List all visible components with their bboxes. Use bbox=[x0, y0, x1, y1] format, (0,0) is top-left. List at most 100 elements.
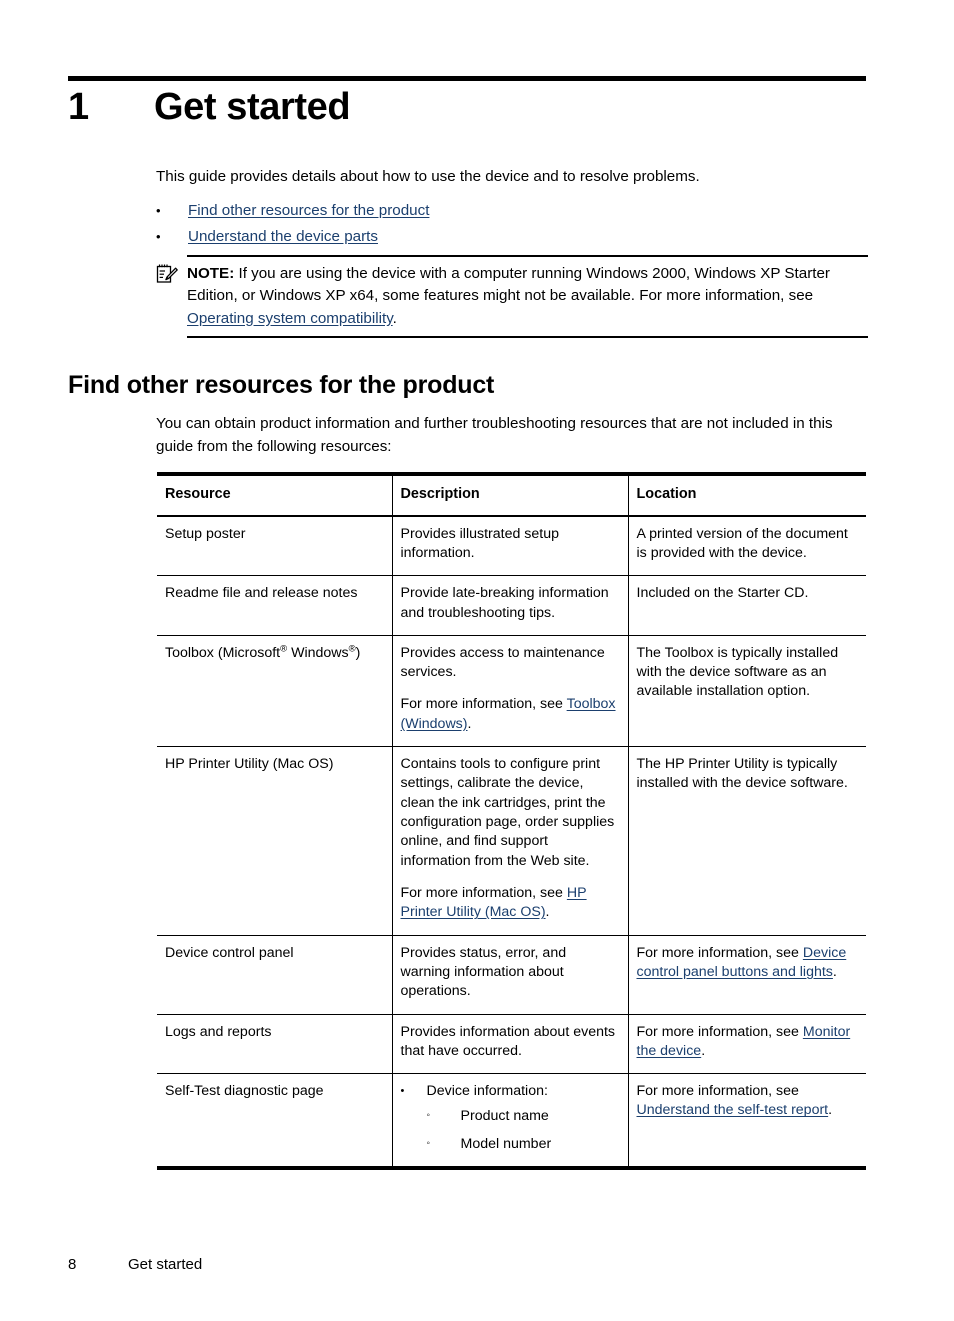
cell-paragraph: Provides information about events that h… bbox=[400, 1023, 616, 1059]
table-header: Resource Description Location bbox=[157, 474, 866, 516]
note-link-operating-system-compatibility[interactable]: Operating system compatibility bbox=[187, 310, 393, 327]
cell-paragraph: The HP Printer Utility is typically inst… bbox=[636, 756, 848, 792]
note-top-rule bbox=[187, 255, 868, 257]
note-bottom-rule bbox=[187, 336, 868, 338]
list-item: • Find other resources for the product bbox=[156, 198, 868, 224]
column-header-description: Description bbox=[391, 474, 628, 516]
table-row: Toolbox (Microsoft® Windows®) Provides a… bbox=[157, 635, 866, 747]
chapter-number: 1 bbox=[68, 86, 89, 128]
link-after-text: . bbox=[828, 1102, 833, 1119]
section-intro-paragraph: You can obtain product information and f… bbox=[156, 415, 833, 455]
link-intro-text: For more information, see bbox=[636, 1083, 799, 1100]
cell-paragraph: Included on the Starter CD. bbox=[636, 585, 809, 602]
table-row: HP Printer Utility (Mac OS) Contains too… bbox=[157, 746, 866, 936]
description-bullet-list: • Device information: ◦ Product name ◦ M… bbox=[401, 1082, 618, 1154]
chapter-intro-paragraph: This guide provides details about how to… bbox=[156, 168, 700, 185]
footer-chapter-label: Get started bbox=[128, 1256, 203, 1273]
cell-location: The Toolbox is typically installed with … bbox=[627, 635, 866, 747]
note-body-before: If you are using the device with a compu… bbox=[187, 265, 830, 305]
cell-description: Provides status, error, and warning info… bbox=[391, 935, 628, 1015]
cell-description: Provides illustrated setup information. bbox=[391, 515, 628, 576]
chapter-heading: 1 Get started bbox=[68, 88, 868, 126]
list-item: • Understand the device parts bbox=[156, 224, 868, 250]
cell-paragraph: Provides illustrated setup information. bbox=[400, 525, 560, 561]
section-heading: Find other resources for the product bbox=[68, 371, 495, 399]
table-row: Self-Test diagnostic page • Device infor… bbox=[157, 1073, 866, 1169]
cell-location: The HP Printer Utility is typically inst… bbox=[627, 746, 866, 936]
cell-resource: Device control panel bbox=[165, 944, 294, 961]
cell-resource: Logs and reports bbox=[165, 1023, 272, 1040]
note-label: NOTE: bbox=[187, 265, 235, 282]
cell-resource: Toolbox (Microsoft® Windows®) bbox=[157, 635, 392, 746]
list-item: ◦ Product name bbox=[427, 1107, 552, 1126]
list-item-content: Device information: ◦ Product name ◦ Mod… bbox=[427, 1082, 552, 1154]
link-intro-text: For more information, see bbox=[400, 884, 567, 901]
cell-paragraph: Provides access to maintenance services. bbox=[400, 644, 605, 681]
cell-paragraph-link: For more information, see Toolbox (Windo… bbox=[401, 695, 618, 734]
column-header-resource: Resource bbox=[165, 486, 231, 502]
cell-description: Provides information about events that h… bbox=[391, 1014, 628, 1074]
link-intro-text: For more information, see bbox=[636, 944, 803, 961]
link-after-text: . bbox=[832, 963, 837, 980]
page-footer: 8 Get started bbox=[68, 1256, 868, 1273]
note-body-after: . bbox=[392, 309, 397, 327]
note-pencil-icon bbox=[156, 263, 178, 285]
link-after-text: . bbox=[467, 715, 472, 732]
table-header-row: Resource Description Location bbox=[157, 474, 866, 516]
cell-paragraph: Provide late-breaking information and tr… bbox=[400, 585, 609, 621]
cell-resource: Setup poster bbox=[165, 525, 246, 542]
list-item: • Device information: ◦ Product name ◦ M… bbox=[401, 1082, 618, 1154]
hollow-bullet-icon: ◦ bbox=[426, 1110, 431, 1122]
cell-location: For more information, see Understand the… bbox=[627, 1073, 866, 1169]
resource-name-part: ) bbox=[355, 644, 361, 661]
resource-name-part: Toolbox (Microsoft bbox=[165, 644, 281, 661]
resources-table: Resource Description Location Setup post… bbox=[157, 472, 866, 1170]
footer-page-number: 8 bbox=[68, 1256, 77, 1273]
resource-name-part: Windows bbox=[287, 644, 349, 661]
toc-link-find-other-resources[interactable]: Find other resources for the product bbox=[188, 198, 429, 224]
link-intro-text: For more information, see bbox=[400, 696, 567, 713]
table-row: Setup poster Provides illustrated setup … bbox=[157, 515, 866, 576]
cell-paragraph: Provides status, error, and warning info… bbox=[400, 944, 567, 1000]
cell-location: Included on the Starter CD. bbox=[627, 575, 866, 636]
cell-description: • Device information: ◦ Product name ◦ M… bbox=[391, 1073, 628, 1169]
cell-paragraph: A printed version of the document is pro… bbox=[636, 525, 848, 561]
list-item-label: Product name bbox=[460, 1108, 549, 1125]
cell-location: For more information, see Monitor the de… bbox=[627, 1014, 866, 1074]
cell-description: Provide late-breaking information and tr… bbox=[391, 575, 628, 636]
cell-paragraph: Contains tools to configure print settin… bbox=[400, 756, 615, 869]
link-after-text: . bbox=[701, 1042, 706, 1059]
list-item-label: Model number bbox=[460, 1135, 552, 1152]
cell-paragraph-link: For more information, see Device control… bbox=[637, 944, 857, 983]
note-text: NOTE: If you are using the device with a… bbox=[187, 263, 865, 330]
cell-description: Contains tools to configure print settin… bbox=[391, 746, 628, 936]
chapter-title-text: Get started bbox=[154, 86, 351, 128]
bullet-icon: • bbox=[400, 1085, 405, 1098]
registered-mark: ® bbox=[348, 643, 356, 655]
table-row: Device control panel Provides status, er… bbox=[157, 935, 866, 1015]
bullet-icon: • bbox=[156, 203, 161, 218]
cell-paragraph: The Toolbox is typically installed with … bbox=[636, 644, 839, 700]
chapter-top-rule bbox=[68, 76, 866, 81]
cell-resource: Readme file and release notes bbox=[165, 585, 358, 602]
document-page: 1 Get started This guide provides detail… bbox=[0, 0, 954, 1321]
link-intro-text: For more information, see bbox=[636, 1023, 803, 1040]
cell-paragraph-link: For more information, see Understand the… bbox=[637, 1082, 857, 1121]
link-after-text: . bbox=[545, 904, 550, 921]
cell-resource: HP Printer Utility (Mac OS) bbox=[165, 756, 334, 773]
link-understand-the-self-test-report[interactable]: Understand the self-test report bbox=[637, 1102, 829, 1118]
cell-paragraph-link: For more information, see HP Printer Uti… bbox=[401, 884, 618, 923]
table-row: Logs and reports Provides information ab… bbox=[157, 1014, 866, 1074]
cell-resource: Self-Test diagnostic page bbox=[165, 1083, 324, 1100]
toc-link-understand-device-parts[interactable]: Understand the device parts bbox=[188, 224, 378, 250]
column-header-location: Location bbox=[627, 474, 866, 516]
table-body: Setup poster Provides illustrated setup … bbox=[157, 515, 866, 1169]
list-item-label: Device information: bbox=[426, 1083, 548, 1100]
cell-location: A printed version of the document is pro… bbox=[627, 515, 866, 576]
cell-paragraph-link: For more information, see Monitor the de… bbox=[637, 1023, 857, 1062]
cell-location: For more information, see Device control… bbox=[627, 935, 866, 1015]
bullet-icon: • bbox=[156, 229, 161, 245]
table-row: Readme file and release notes Provide la… bbox=[157, 575, 866, 636]
list-item: ◦ Model number bbox=[427, 1135, 552, 1154]
description-sub-list: ◦ Product name ◦ Model number bbox=[427, 1107, 552, 1154]
